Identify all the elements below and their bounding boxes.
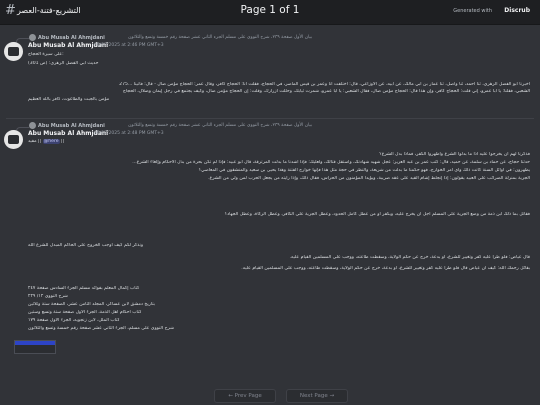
next-page-button[interactable]: Next Page → [286,389,348,403]
reply-author[interactable]: Abu Musab Al Ahmjdani [38,35,105,41]
message-line: فقاتل بما ذلك ابن ذمة من وضع الجزية على … [224,212,530,217]
reply-avatar [29,34,36,41]
message-line: حدثنا حجاج، عن حماد بن سلمة، عن حميد، قا… [132,160,530,165]
author-avatar[interactable] [4,130,23,149]
message-timestamp: 06/07/2025 at 2:48 PM GMT+3 [94,131,164,136]
reply-author[interactable]: Abu Musab Al Ahmjdani [38,123,105,129]
message-divider [6,118,534,119]
message-line: شرح النووي على مسلم، الجزء الثاني عشر صف… [28,326,174,331]
mention-suffix: || [61,139,65,144]
message-line: كتاب الملل، لابن زنجويه، الجزء الأول صفح… [28,318,120,323]
message-line: فذكرنا لهم ان يخرجوا عليه اذا ما بدلوا ا… [379,152,530,157]
attachment-thumbnail-bar [15,341,55,345]
message-line: الشعبي، فقلنا: يا أبا عمرو، إني قلت: الح… [122,89,530,94]
reply-avatar [29,122,36,129]
author-avatar[interactable] [4,42,23,61]
reply-preview-text[interactable]: بيان الأول صفحة ٢٣٩، شرح النووي على مسلم… [112,123,312,128]
mention-here[interactable]: @here [42,139,60,144]
generator-brand[interactable]: Discrub [504,7,530,14]
message-line: الجزية بمنزلة الضرائب على العبيد يقولون:… [208,176,530,181]
mention-line: مفيد || @here || [28,139,148,144]
message-line: كتاب أحكام أهل الذمة، الجزء الأول صفحة س… [28,310,142,315]
message-line: أخبرنا أبو الفضل الزهري، ثنا أحمد، ثنا و… [119,82,530,87]
prev-page-button[interactable]: ← Prev Page [214,389,276,403]
message: Abu Musab Al Ahmjdani بيان الأول صفحة ٢٣… [0,30,540,120]
mention-prefix: مفيد || [28,139,42,144]
image-attachment[interactable] [14,340,56,354]
message-line: قال عياض: فلو طرأ عليه كفر وتغيير للشرع،… [289,255,530,260]
message-line: بتاريخ دمشق لابن عساكر، المجلد الثامن عش… [28,302,155,307]
message-line: يظهرون: في أوائل السنة كانت ذلك وأي أمر … [198,168,530,173]
message-line: ونذكر لكم كيف أوجب الخروج على الحاكم الم… [28,243,144,248]
message: Abu Musab Al Ahmjdani بيان الأول صفحة ٢٣… [0,120,540,385]
message-line: مؤمن بالجبت والطاغوت، كافر بالله العظيم [28,97,110,102]
generated-with-label: Generated with [453,8,492,14]
message-line: حديث أبي الفضل الزهري: (ص 301) [28,61,99,66]
export-header: # التشريع-فتنة-العصر Page 1 of 1 Generat… [0,0,540,25]
message-line: على سيرة الحجاج: [28,52,64,57]
message-line: بقائل رجمك الله: كيف أن عياض قال فلو طرأ… [241,266,530,271]
message-line: شرح النووي ١٢/ ٢٢٩ [28,294,68,299]
reply-preview-text[interactable]: بيان الأول صفحة ٢٣٩، شرح النووي على مسلم… [112,35,312,40]
message-timestamp: 06/07/2025 at 2:46 PM GMT+3 [94,43,164,48]
message-line: كتاب إكمال المعلم بفوائد مسلم الجزء السا… [28,286,140,291]
